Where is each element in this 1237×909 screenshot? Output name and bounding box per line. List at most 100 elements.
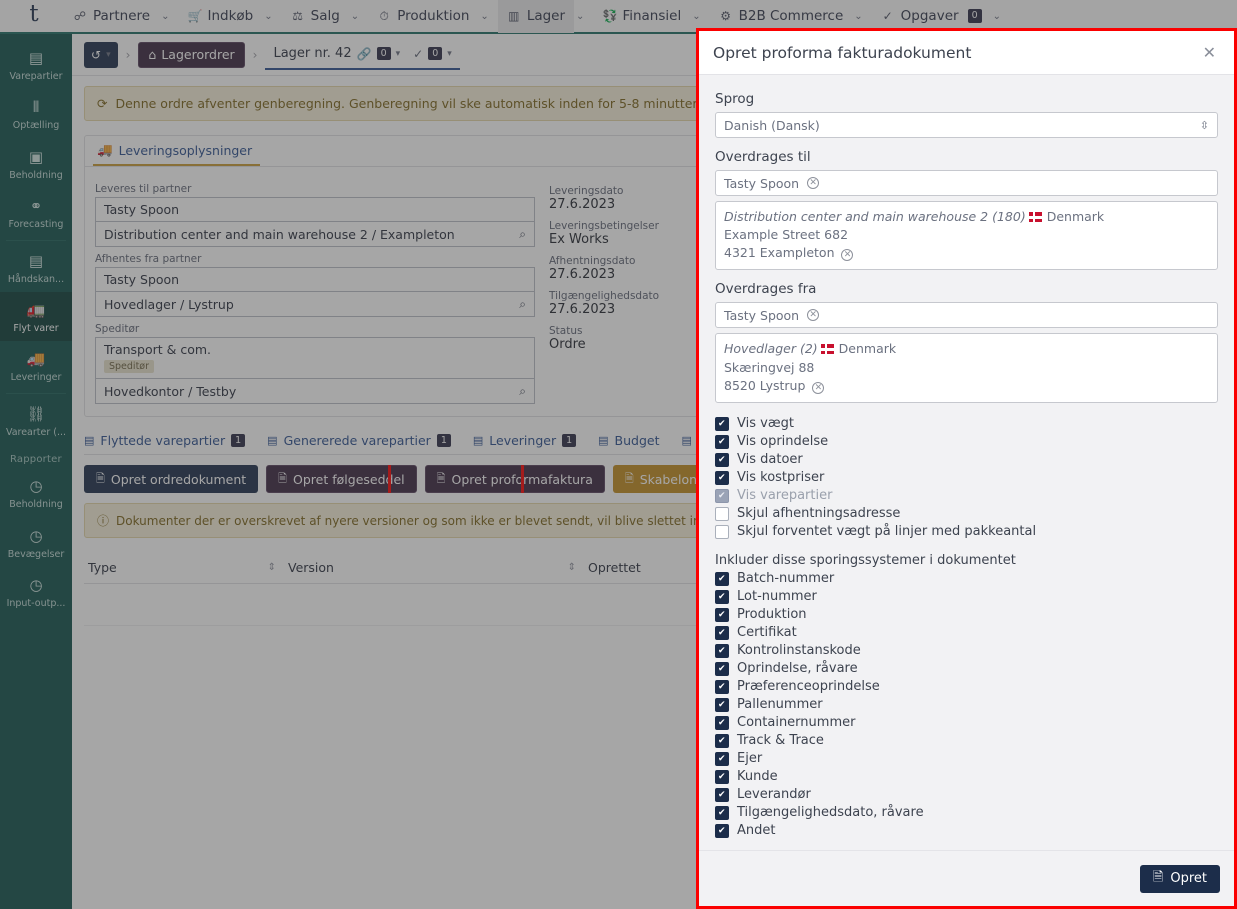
checkbox-icon[interactable] xyxy=(715,752,729,766)
checkbox-icon[interactable] xyxy=(715,644,729,658)
location-input[interactable]: Distribution center and main warehouse 2… xyxy=(95,222,535,247)
checkbox-row[interactable]: Pallenummer xyxy=(715,696,1218,714)
checkbox-row[interactable]: Andet xyxy=(715,822,1218,840)
handover-to-partner-input[interactable]: Tasty Spoon ✕ xyxy=(715,170,1218,196)
clear-icon[interactable]: ✕ xyxy=(807,177,819,189)
checkbox-icon[interactable] xyxy=(715,590,729,604)
search-icon[interactable]: ⌕ xyxy=(519,297,526,312)
chevron-down-icon[interactable]: ⌄ xyxy=(991,11,1010,22)
app-logo[interactable]: t xyxy=(4,3,64,29)
clear-icon[interactable]: ✕ xyxy=(841,249,853,261)
partner-input[interactable]: Tasty Spoon xyxy=(95,267,535,292)
button-opret-ordredokument[interactable]: 🗎Opret ordredokument xyxy=(84,465,258,493)
tab-budget[interactable]: ▤Budget xyxy=(598,433,659,448)
checkbox-row[interactable]: Lot-nummer xyxy=(715,588,1218,606)
chevron-down-icon[interactable]: ⌄ xyxy=(574,11,593,22)
checkbox-row[interactable]: Ejer xyxy=(715,750,1218,768)
checkbox-row[interactable]: Containernummer xyxy=(715,714,1218,732)
chevron-down-icon[interactable]: ⌄ xyxy=(159,11,178,22)
sort-icon[interactable]: ⇕ xyxy=(268,562,276,573)
checkbox-icon[interactable] xyxy=(715,417,729,431)
checkbox-row[interactable]: Produktion xyxy=(715,606,1218,624)
checkbox-icon[interactable] xyxy=(715,507,729,521)
checkbox-icon[interactable] xyxy=(715,608,729,622)
checkbox-row[interactable]: Vis datoer xyxy=(715,451,1218,469)
column-header-version[interactable]: Version⇕ xyxy=(288,560,588,575)
checkbox-icon[interactable] xyxy=(715,471,729,485)
chevron-down-icon[interactable]: ⌄ xyxy=(478,11,497,22)
checkbox-row[interactable]: Skjul afhentningsadresse xyxy=(715,505,1218,523)
chevron-down-icon[interactable]: ⌄ xyxy=(349,11,368,22)
task-caret-icon[interactable]: ▾ xyxy=(447,49,452,59)
partner-input[interactable]: Tasty Spoon xyxy=(95,197,535,222)
partner-input[interactable]: Transport & com.Speditør xyxy=(95,337,535,379)
checkbox-row[interactable]: Leverandør xyxy=(715,786,1218,804)
checkbox-row[interactable]: Track & Trace xyxy=(715,732,1218,750)
checkbox-icon[interactable] xyxy=(715,662,729,676)
sidebar-report-input-outp-[interactable]: ◷Input-outp... xyxy=(0,567,72,616)
checkbox-icon[interactable] xyxy=(715,734,729,748)
checkbox-row[interactable]: Kontrolinstanskode xyxy=(715,642,1218,660)
sidebar-report-bev-gelser[interactable]: ◷Bevægelser xyxy=(0,518,72,567)
breadcrumb-warehouse-orders[interactable]: ⌂ Lagerordrer xyxy=(138,42,244,68)
nav-item-lager[interactable]: ▥Lager xyxy=(498,0,574,33)
checkbox-row[interactable]: Skjul forventet vægt på linjer med pakke… xyxy=(715,523,1218,541)
sidebar-item-varepartier[interactable]: ▤Varepartier xyxy=(0,40,72,89)
nav-item-indk-b[interactable]: 🛒Indkøb xyxy=(178,0,262,33)
chevron-down-icon[interactable]: ⌄ xyxy=(262,11,281,22)
sidebar-item-h-ndskan-[interactable]: ▤Håndskan... xyxy=(0,243,72,292)
close-icon[interactable]: ✕ xyxy=(1199,43,1220,63)
checkbox-icon[interactable] xyxy=(715,806,729,820)
sidebar-item-opt-lling[interactable]: ⦀Optælling xyxy=(0,89,72,138)
checkbox-icon[interactable] xyxy=(715,788,729,802)
sidebar-item-varearter-[interactable]: ⛓Varearter (... xyxy=(0,396,72,445)
checkbox-icon[interactable] xyxy=(715,680,729,694)
checkbox-icon[interactable] xyxy=(715,824,729,838)
checkbox-row[interactable]: Vis oprindelse xyxy=(715,433,1218,451)
chevron-down-icon[interactable]: ⌄ xyxy=(690,11,709,22)
checkbox-icon[interactable] xyxy=(715,453,729,467)
nav-item-produktion[interactable]: ⏱Produktion xyxy=(368,0,478,33)
clear-icon[interactable]: ✕ xyxy=(807,309,819,321)
sidebar-item-leveringer[interactable]: 🚚Leveringer xyxy=(0,341,72,390)
checkbox-icon[interactable] xyxy=(715,435,729,449)
clear-icon[interactable]: ✕ xyxy=(812,382,824,394)
tab-leveringer[interactable]: ▤Leveringer1 xyxy=(473,433,576,448)
sidebar-item-forecasting[interactable]: ⚭Forecasting xyxy=(0,188,72,237)
checkbox-icon[interactable] xyxy=(715,716,729,730)
checkbox-icon[interactable] xyxy=(715,698,729,712)
tab-flyttede-varepartier[interactable]: ▤Flyttede varepartier1 xyxy=(84,433,245,448)
checkbox-icon[interactable] xyxy=(715,770,729,784)
checkbox-icon[interactable] xyxy=(715,626,729,640)
tab-genererede-varepartier[interactable]: ▤Genererede varepartier1 xyxy=(267,433,451,448)
nav-item-finansiel[interactable]: 💱Finansiel xyxy=(593,0,690,33)
checkbox-row[interactable]: Tilgængelighedsdato, råvare xyxy=(715,804,1218,822)
breadcrumb-page-tab[interactable]: Lager nr. 42 🔗 0 ▾ ✓ 0 ▾ xyxy=(265,40,459,70)
tab-delivery-info[interactable]: 🚚 Leveringsoplysninger xyxy=(93,136,260,166)
checkbox-row[interactable]: Certifikat xyxy=(715,624,1218,642)
language-select[interactable]: Danish (Dansk) ⇳ xyxy=(715,112,1218,138)
sort-icon[interactable]: ⇕ xyxy=(568,562,576,573)
checkbox-icon[interactable] xyxy=(715,525,729,539)
search-icon[interactable]: ⌕ xyxy=(519,227,526,242)
checkbox-row[interactable]: Kunde xyxy=(715,768,1218,786)
chevron-down-icon[interactable]: ⌄ xyxy=(852,11,871,22)
checkbox-row[interactable]: Præferenceoprindelse xyxy=(715,678,1218,696)
column-header-type[interactable]: Type⇕ xyxy=(88,560,288,575)
search-icon[interactable]: ⌕ xyxy=(519,384,526,399)
location-input[interactable]: Hovedkontor / Testby⌕ xyxy=(95,379,535,404)
checkbox-row[interactable]: Oprindelse, råvare xyxy=(715,660,1218,678)
attachment-caret-icon[interactable]: ▾ xyxy=(396,49,401,59)
sidebar-report-beholdning[interactable]: ◷Beholdning xyxy=(0,468,72,517)
checkbox-icon[interactable] xyxy=(715,572,729,586)
location-input[interactable]: Hovedlager / Lystrup⌕ xyxy=(95,292,535,317)
checkbox-row[interactable]: Batch-nummer xyxy=(715,570,1218,588)
checkbox-row[interactable]: Vis kostpriser xyxy=(715,469,1218,487)
nav-item-partnere[interactable]: ☍Partnere xyxy=(64,0,159,33)
sidebar-item-flyt-varer[interactable]: 🚛Flyt varer xyxy=(0,292,72,341)
checkbox-row[interactable]: Vis vægt xyxy=(715,415,1218,433)
handover-from-partner-input[interactable]: Tasty Spoon ✕ xyxy=(715,302,1218,328)
create-button[interactable]: 🗎 Opret xyxy=(1140,865,1220,893)
nav-item-salg[interactable]: ⚖Salg xyxy=(282,0,349,33)
sidebar-item-beholdning[interactable]: ▣Beholdning xyxy=(0,139,72,188)
